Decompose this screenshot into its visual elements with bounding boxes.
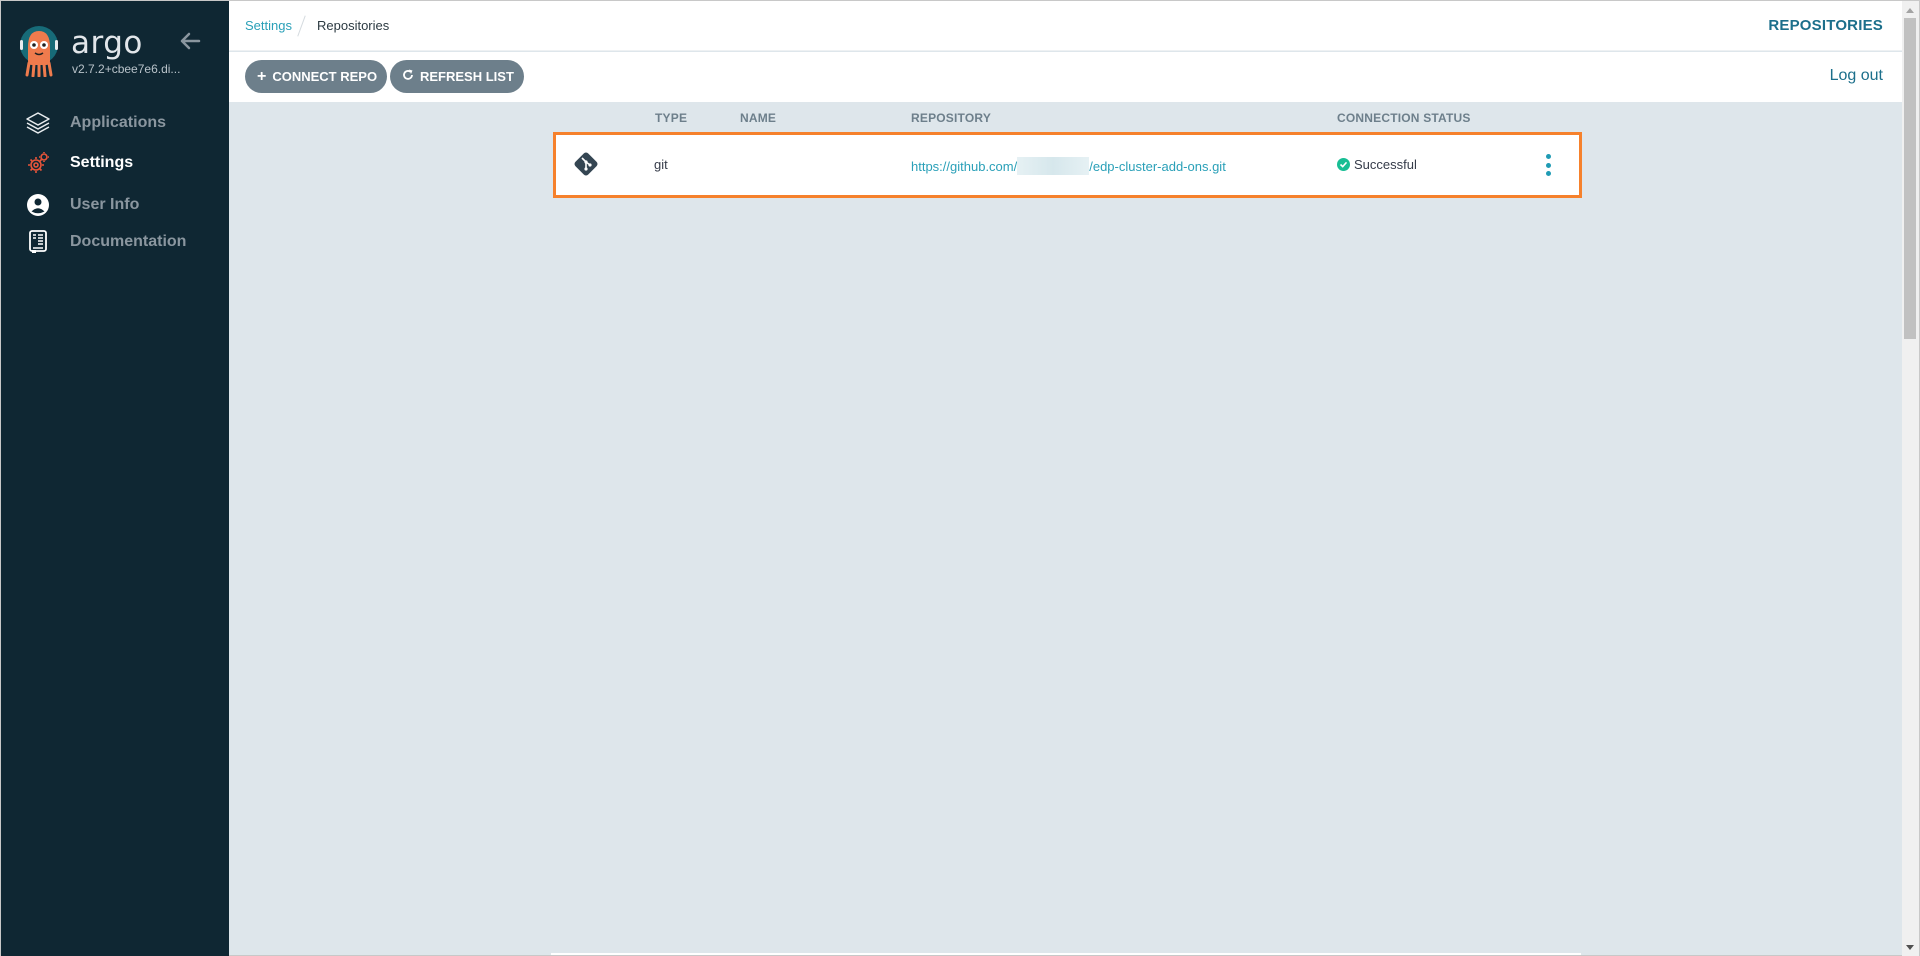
connect-repo-label: CONNECT REPO [272, 69, 378, 84]
top-header: Settings Repositories REPOSITORIES [229, 1, 1902, 51]
table-bottom-edge [551, 953, 1581, 955]
scrollbar-thumb[interactable] [1904, 18, 1916, 339]
breadcrumb-current: Repositories [317, 18, 390, 33]
page-title: REPOSITORIES [1768, 17, 1883, 34]
plus-icon: + [257, 67, 267, 85]
gears-icon [25, 150, 51, 176]
column-header-name: NAME [740, 111, 777, 125]
collapse-sidebar-arrow-icon[interactable] [179, 31, 201, 51]
sidebar-item-applications[interactable]: Applications [25, 107, 166, 139]
connect-repo-button[interactable]: + CONNECT REPO [245, 60, 387, 93]
column-header-type: TYPE [655, 111, 688, 125]
sidebar-item-label: Documentation [70, 233, 187, 250]
logout-link[interactable]: Log out [1830, 67, 1883, 85]
refresh-list-button[interactable]: REFRESH LIST [390, 60, 524, 93]
row-actions-menu-icon[interactable] [1543, 154, 1553, 176]
column-header-connection-status: CONNECTION STATUS [1337, 111, 1471, 125]
table-row[interactable]: git https://github.com/ /edp-cluster-add-… [553, 132, 1582, 198]
argo-logo-icon [20, 26, 58, 77]
breadcrumb-separator [297, 15, 306, 37]
sidebar-item-label: Settings [70, 154, 134, 171]
connection-status-label: Successful [1354, 157, 1417, 172]
book-icon [25, 229, 51, 255]
redacted-owner [1017, 157, 1090, 175]
refresh-list-label: REFRESH LIST [420, 69, 514, 84]
repository-url-prefix: https://github.com/ [911, 159, 1018, 174]
repo-type: git [654, 157, 668, 172]
layers-icon [25, 110, 51, 136]
git-icon [572, 150, 600, 183]
toolbar: + CONNECT REPO REFRESH LIST Log out [229, 52, 1902, 102]
scroll-up-arrow-icon[interactable] [1906, 8, 1914, 13]
connection-status: Successful [1337, 157, 1417, 172]
refresh-icon [402, 69, 414, 85]
sidebar-item-label: User Info [70, 196, 140, 213]
check-circle-icon [1337, 158, 1350, 171]
sidebar-item-user-info[interactable]: User Info [25, 189, 139, 221]
sidebar-item-settings[interactable]: Settings [25, 147, 133, 179]
vertical-scrollbar[interactable] [1902, 1, 1919, 956]
breadcrumb-settings-link[interactable]: Settings [245, 18, 292, 33]
version-label: v2.7.2+cbee7e6.di... [72, 62, 181, 76]
scroll-down-arrow-icon[interactable] [1906, 945, 1914, 950]
sidebar-item-documentation[interactable]: Documentation [25, 226, 186, 258]
user-circle-icon [25, 192, 51, 218]
sidebar-item-label: Applications [70, 114, 167, 131]
sidebar: argo v2.7.2+cbee7e6.di... Applications S… [1, 1, 229, 956]
repository-url-link[interactable]: https://github.com/ /edp-cluster-add-ons.… [911, 157, 1226, 175]
column-header-repository: REPOSITORY [911, 111, 992, 125]
repository-url-suffix: /edp-cluster-add-ons.git [1089, 159, 1226, 174]
brand-name: argo [71, 25, 143, 61]
